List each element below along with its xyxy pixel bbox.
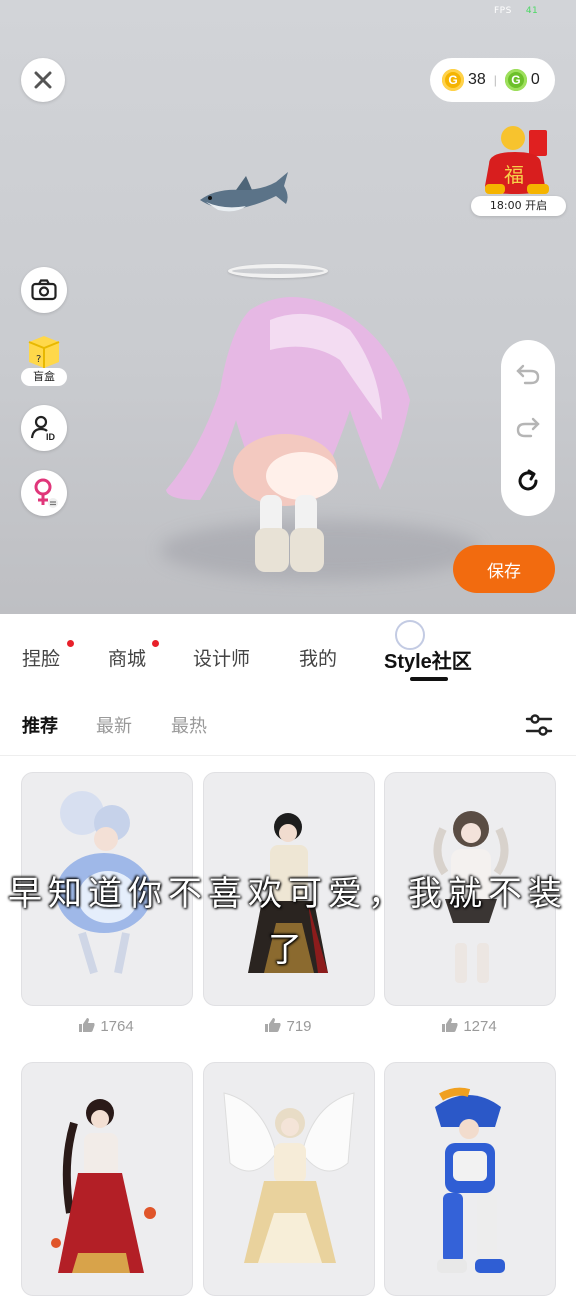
lucky-bag-icon: 福 <box>485 126 549 194</box>
fps-counter: FPS 41 <box>494 6 539 16</box>
female-icon <box>34 478 58 508</box>
blindbox-button[interactable]: ? 盲盒 <box>21 332 67 386</box>
avatar-id-button[interactable]: ID <box>21 405 67 451</box>
active-tab-indicator <box>410 677 448 681</box>
avatar-scene[interactable]: FPS 41 G 38 | G 0 福 18:00 开启 ? 盲盒 ID 保存 <box>0 0 576 614</box>
green-coin-icon: G <box>504 69 527 91</box>
main-tabs: 捏脸 商城 设计师 我的 Style社区 <box>0 614 576 693</box>
gold-coin-icon: G <box>442 69 464 91</box>
subtab-hottest[interactable]: 最热 <box>171 712 207 738</box>
touch-indicator <box>395 620 425 650</box>
like-count[interactable]: 719 <box>203 1017 373 1035</box>
gender-switch-button[interactable] <box>21 470 67 516</box>
camera-button[interactable] <box>21 267 67 313</box>
lucky-bag-event[interactable]: 福 18:00 开启 <box>471 122 566 217</box>
tab-style-community[interactable]: Style社区 <box>384 645 472 674</box>
like-count[interactable]: 1764 <box>21 1017 191 1035</box>
undo-icon[interactable] <box>515 362 541 386</box>
video-subtitle: 早知道你不喜欢可爱，我就不装 了 <box>8 874 568 970</box>
outfit-figure <box>435 1087 505 1273</box>
tab-shop[interactable]: 商城 <box>108 644 146 671</box>
redo-icon[interactable] <box>515 415 541 439</box>
save-button[interactable]: 保存 <box>453 545 555 593</box>
close-button[interactable] <box>21 58 65 102</box>
tab-shop-badge <box>152 640 159 647</box>
tab-mine[interactable]: 我的 <box>299 644 337 671</box>
avatar-character[interactable] <box>160 290 420 580</box>
sub-tabs: 推荐 最新 最热 <box>0 692 576 756</box>
blindbox-label: 盲盒 <box>21 368 67 386</box>
outfit-figure <box>223 1092 355 1263</box>
tab-face-badge <box>67 640 74 647</box>
outfit-card[interactable] <box>203 1062 375 1296</box>
like-count[interactable]: 1274 <box>384 1017 554 1035</box>
thumbs-up-icon <box>265 1018 282 1032</box>
tab-face[interactable]: 捏脸 <box>22 644 60 671</box>
gold-coin-count: 38 <box>468 71 486 88</box>
close-icon <box>34 71 52 89</box>
subtab-recommended[interactable]: 推荐 <box>22 712 58 738</box>
user-id-icon: ID <box>30 415 56 442</box>
halo <box>228 264 328 278</box>
blindbox-icon: ? <box>28 336 60 368</box>
filter-icon <box>525 714 553 736</box>
currency-panel[interactable]: G 38 | G 0 <box>430 58 555 102</box>
thumbs-up-icon <box>442 1018 458 1032</box>
svg-text:福: 福 <box>504 163 524 187</box>
outfit-card[interactable] <box>21 1062 193 1296</box>
tab-designer[interactable]: 设计师 <box>193 644 250 671</box>
svg-text:ID: ID <box>46 432 56 442</box>
green-coin-count: 0 <box>530 71 540 88</box>
edit-history-panel <box>501 340 555 516</box>
svg-text:?: ? <box>36 354 41 365</box>
subtab-latest[interactable]: 最新 <box>96 712 132 738</box>
thumbs-up-icon <box>79 1018 95 1032</box>
outfit-figure <box>51 1099 156 1273</box>
outfit-card[interactable] <box>384 1062 556 1296</box>
camera-icon <box>31 279 57 301</box>
shark-pet <box>200 172 288 212</box>
reset-icon[interactable] <box>515 468 541 494</box>
lucky-bag-time: 18:00 开启 <box>471 196 566 216</box>
filter-button[interactable] <box>524 710 554 740</box>
currency-divider: | <box>493 73 497 87</box>
outfit-grid: 1764 719 1274 <box>0 756 576 1296</box>
